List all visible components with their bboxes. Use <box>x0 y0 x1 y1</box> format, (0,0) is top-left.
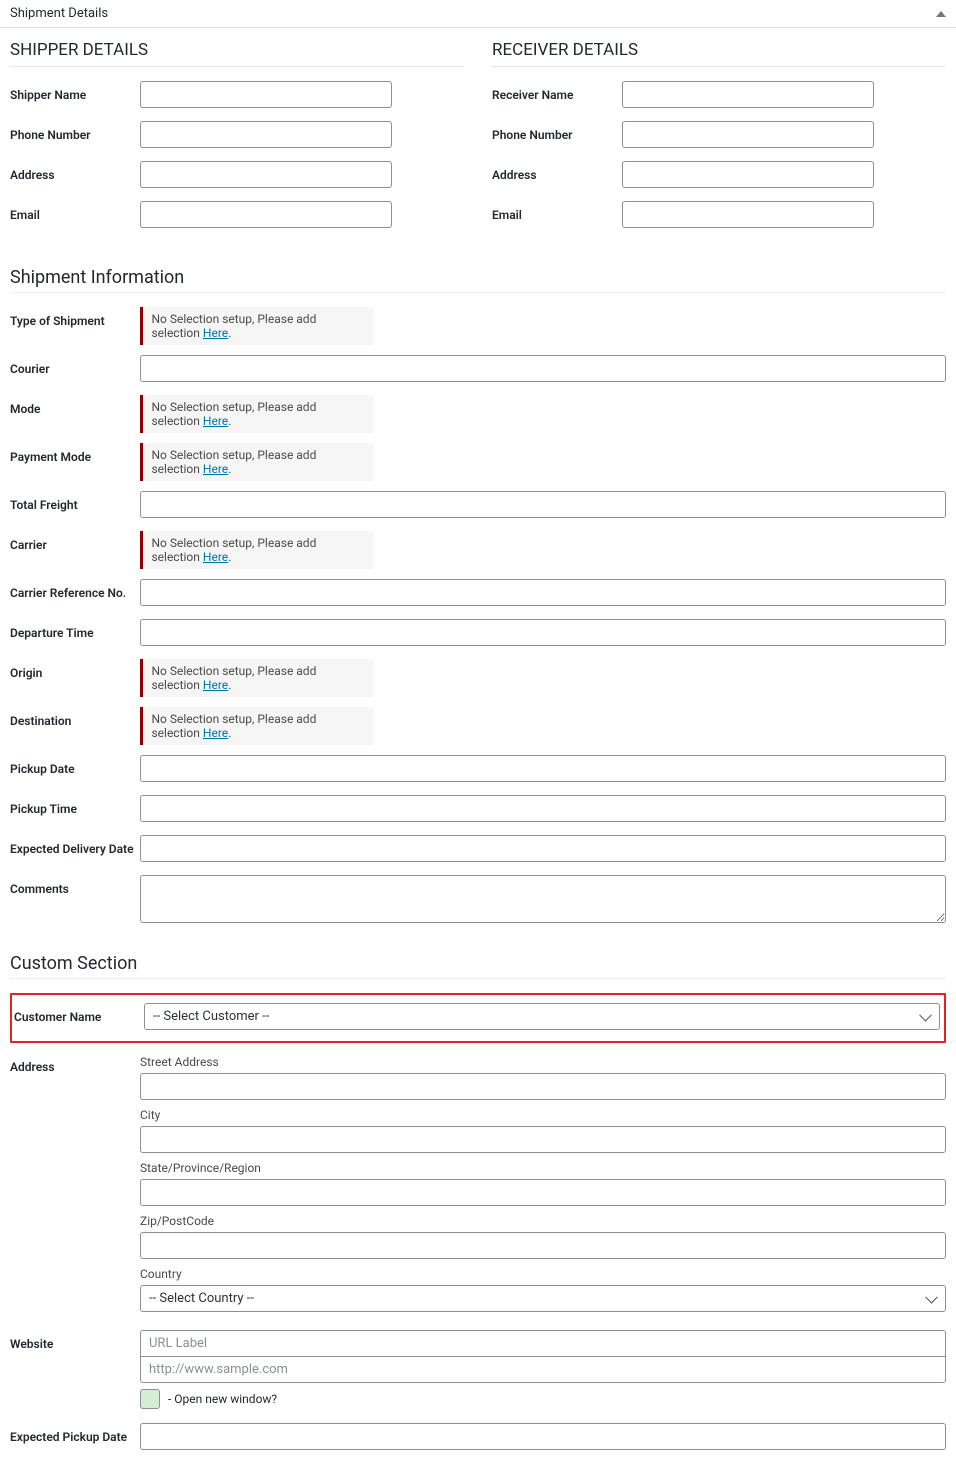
type-notice-link[interactable]: Here <box>203 326 228 340</box>
divider <box>10 978 946 979</box>
expected-pickup-input[interactable] <box>140 1423 946 1450</box>
courier-input[interactable] <box>140 355 946 382</box>
receiver-email-label: Email <box>492 201 622 222</box>
receiver-name-input[interactable] <box>622 81 874 108</box>
receiver-heading: RECEIVER DETAILS <box>492 40 946 60</box>
customer-name-label: Customer Name <box>14 1003 144 1024</box>
receiver-name-label: Receiver Name <box>492 81 622 102</box>
shipper-email-input[interactable] <box>140 201 392 228</box>
destination-label: Destination <box>10 707 140 728</box>
type-label: Type of Shipment <box>10 307 140 328</box>
divider <box>492 66 946 67</box>
shipper-address-input[interactable] <box>140 161 392 188</box>
collapse-toggle-icon[interactable] <box>936 11 946 17</box>
expected-delivery-input[interactable] <box>140 835 946 862</box>
state-sublabel: State/Province/Region <box>140 1161 946 1175</box>
carrier-notice-link[interactable]: Here <box>203 550 228 564</box>
carrier-notice: No Selection setup, Please add selection… <box>140 531 374 569</box>
courier-label: Courier <box>10 355 140 376</box>
payment-mode-label: Payment Mode <box>10 443 140 464</box>
website-url-input[interactable] <box>140 1356 946 1383</box>
receiver-address-input[interactable] <box>622 161 874 188</box>
divider <box>10 292 946 293</box>
street-sublabel: Street Address <box>140 1055 946 1069</box>
departure-time-label: Departure Time <box>10 619 140 640</box>
total-freight-input[interactable] <box>140 491 946 518</box>
shipper-name-label: Shipper Name <box>10 81 140 102</box>
carrier-ref-input[interactable] <box>140 579 946 606</box>
country-sublabel: Country <box>140 1267 946 1281</box>
city-input[interactable] <box>140 1126 946 1153</box>
type-notice: No Selection setup, Please add selection… <box>140 307 374 345</box>
pickup-date-label: Pickup Date <box>10 755 140 776</box>
pickup-time-label: Pickup Time <box>10 795 140 816</box>
country-select[interactable]: -- Select Country -- <box>140 1285 946 1312</box>
open-new-window-label: - Open new window? <box>168 1392 277 1406</box>
custom-address-label: Address <box>10 1053 140 1074</box>
panel-title: Shipment Details <box>10 6 108 21</box>
destination-notice-link[interactable]: Here <box>203 726 228 740</box>
shipper-email-label: Email <box>10 201 140 222</box>
open-new-window-checkbox[interactable] <box>140 1389 160 1409</box>
origin-label: Origin <box>10 659 140 680</box>
mode-label: Mode <box>10 395 140 416</box>
receiver-email-input[interactable] <box>622 201 874 228</box>
city-sublabel: City <box>140 1108 946 1122</box>
payment-mode-notice: No Selection setup, Please add selection… <box>140 443 374 481</box>
zip-sublabel: Zip/PostCode <box>140 1214 946 1228</box>
custom-section-heading: Custom Section <box>10 953 946 974</box>
shipment-info-heading: Shipment Information <box>10 267 946 288</box>
receiver-address-label: Address <box>492 161 622 182</box>
shipper-phone-label: Phone Number <box>10 121 140 142</box>
shipper-heading: SHIPPER DETAILS <box>10 40 464 60</box>
mode-notice: No Selection setup, Please add selection… <box>140 395 374 433</box>
comments-input[interactable] <box>140 875 946 923</box>
origin-notice-link[interactable]: Here <box>203 678 228 692</box>
departure-time-input[interactable] <box>140 619 946 646</box>
website-url-label-input[interactable] <box>140 1330 946 1357</box>
destination-notice: No Selection setup, Please add selection… <box>140 707 374 745</box>
panel-header: Shipment Details <box>0 0 956 28</box>
receiver-phone-input[interactable] <box>622 121 874 148</box>
state-input[interactable] <box>140 1179 946 1206</box>
zip-input[interactable] <box>140 1232 946 1259</box>
carrier-ref-label: Carrier Reference No. <box>10 579 140 600</box>
customer-name-select[interactable]: -- Select Customer -- <box>144 1003 940 1030</box>
shipper-address-label: Address <box>10 161 140 182</box>
website-label: Website <box>10 1330 140 1351</box>
carrier-label: Carrier <box>10 531 140 552</box>
shipper-name-input[interactable] <box>140 81 392 108</box>
shipper-phone-input[interactable] <box>140 121 392 148</box>
payment-mode-notice-link[interactable]: Here <box>203 462 228 476</box>
divider <box>10 66 464 67</box>
comments-label: Comments <box>10 875 140 896</box>
mode-notice-link[interactable]: Here <box>203 414 228 428</box>
expected-pickup-label: Expected Pickup Date <box>10 1423 140 1444</box>
pickup-time-input[interactable] <box>140 795 946 822</box>
total-freight-label: Total Freight <box>10 491 140 512</box>
expected-delivery-label: Expected Delivery Date <box>10 835 140 856</box>
receiver-phone-label: Phone Number <box>492 121 622 142</box>
customer-name-highlight: Customer Name -- Select Customer -- <box>10 993 946 1043</box>
pickup-date-input[interactable] <box>140 755 946 782</box>
origin-notice: No Selection setup, Please add selection… <box>140 659 374 697</box>
street-input[interactable] <box>140 1073 946 1100</box>
